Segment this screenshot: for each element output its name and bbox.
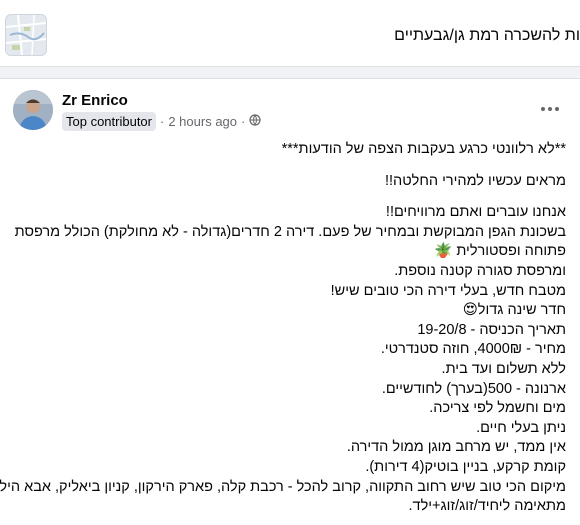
post-line: אין ממד, יש מרחב מוגן ממול הדירה. [346,439,566,456]
post-card: Zr Enrico Top contributor · 2 hours ago … [0,78,580,525]
post-line: מיקום הכי טוב שיש רחוב התקווה, קרוב להכל… [0,478,566,495]
post-line: אנחנו עוברים ואתם מרוויחים!! [385,204,566,221]
globe-icon [249,113,261,129]
avatar[interactable] [13,90,53,130]
meta-separator: · [160,113,165,129]
post-line: מים וחשמל לפי צריכה. [429,400,566,417]
post-line: חדר שינה גדול😍 [462,302,566,319]
post-time[interactable]: 2 hours ago [168,114,237,129]
post-line: מטבח חדש, בעלי דירה הכי טובים שיש! [330,282,566,299]
post-line: ארנונה - 500(בערך) לחודשיים. [381,380,566,397]
post-line: מתאימה ליחיד/זוג/זוג+ילד. [408,498,566,515]
more-options-icon[interactable] [538,97,562,121]
post-line: קומת קרקע, בניין בוטיק(4 דירות). [365,458,566,475]
group-title[interactable]: ות להשכרה רמת גן/גבעתיים [394,27,580,45]
post-line: תאריך הכניסה - 19-20/8 [417,321,566,338]
top-contributor-badge[interactable]: Top contributor [62,111,156,131]
group-header: ות להשכרה רמת גן/גבעתיים [0,0,580,67]
post-line: מראים עכשיו למהירי החלטה!! [384,172,566,189]
post-line: ומרפסת סגורה קטנה נוספת. [394,262,566,279]
group-map-thumbnail[interactable] [5,14,47,56]
meta-separator: · [241,113,246,129]
post-line: פתוחה ופסטורלית 🪴 [434,243,566,260]
post-line: בשכונת הגפן המבוקשת ובמחיר של פעם. דירה … [14,223,566,240]
post-line: ניתן בעלי חיים. [476,419,566,436]
post-body: **לא רלוונטי כרגע בעקבות הצפה של הודעות*… [0,140,566,517]
post-line: **לא רלוונטי כרגע בעקבות הצפה של הודעות*… [281,141,566,157]
post-meta: Top contributor · 2 hours ago · [62,111,261,131]
post-line: ללא תשלום ועד בית. [441,360,566,377]
author-name[interactable]: Zr Enrico [62,92,128,109]
post-line: מחיר - 4000₪, חוזה סטנדרטי. [380,341,566,358]
